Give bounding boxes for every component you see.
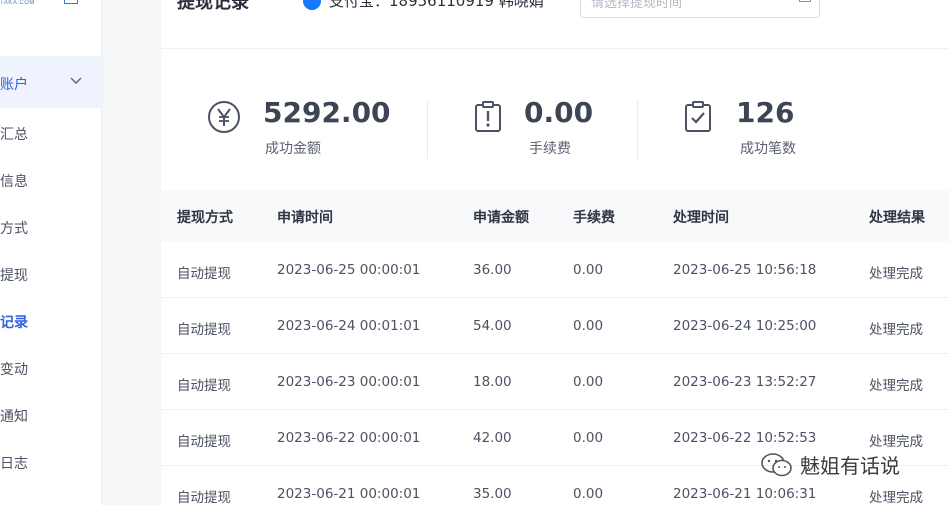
cell-apply-time: 2023-06-21 00:00:01 [277,486,421,502]
cell-amount: 54.00 [473,318,512,334]
wechat-icon [761,452,792,476]
content-panel: 提现记录 支付宝：18956110919 韩晓娟 请选择提现时间 5292.00… [161,0,949,505]
cell-fee: 0.00 [573,318,604,334]
stat-divider [637,101,638,159]
column-header[interactable]: 处理时间 [673,207,729,227]
sidebar-item-info[interactable]: 信息 [0,171,28,191]
sidebar-group-account[interactable]: 账户 [0,56,102,108]
date-filter-placeholder: 请选择提现时间 [591,0,683,11]
date-filter-input[interactable]: 请选择提现时间 [580,0,820,18]
cell-result: 处理完成 [869,378,923,394]
stat-label: 手续费 [529,141,571,157]
cell-process-time: 2023-06-22 10:52:53 [673,430,817,446]
sidebar-item-log[interactable]: 日志 [0,453,28,473]
table-header: 提现方式 申请时间 申请金额 手续费 处理时间 处理结果 [161,190,949,242]
cell-result: 处理完成 [869,490,923,505]
menu-toggle-icon[interactable] [64,0,78,4]
stat-label: 成功金额 [265,141,321,157]
cell-fee: 0.00 [573,262,604,278]
sidebar: TAKA.COM 账户 汇总 信息 方式 提现 记录 变动 通知 日志 [0,0,102,505]
cell-process-time: 2023-06-23 13:52:27 [673,374,817,390]
column-header[interactable]: 手续费 [573,207,615,227]
stat-value: 126 [736,96,795,129]
sidebar-item-records[interactable]: 记录 [0,312,28,332]
calendar-icon [799,0,811,2]
stat-divider [427,101,428,159]
stat-value: 5292.00 [263,96,391,129]
cell-result: 处理完成 [869,266,923,282]
sidebar-item-withdraw[interactable]: 提现 [0,265,28,285]
cell-fee: 0.00 [573,486,604,502]
cell-process-time: 2023-06-25 10:56:18 [673,262,817,278]
stat-fee: 0.00 手续费 [471,96,671,166]
stat-label: 成功笔数 [740,141,796,157]
cell-fee: 0.00 [573,430,604,446]
app-window: TAKA.COM 账户 汇总 信息 方式 提现 记录 变动 通知 日志 提现记录… [0,0,949,505]
sidebar-item-method[interactable]: 方式 [0,218,28,238]
page-title: 提现记录 [177,0,249,13]
cell-apply-time: 2023-06-23 00:00:01 [277,374,421,390]
cell-amount: 18.00 [473,374,512,390]
column-header[interactable]: 申请时间 [277,207,333,227]
chevron-down-icon [70,77,82,84]
column-header[interactable]: 处理结果 [869,207,925,227]
cell-amount: 36.00 [473,262,512,278]
account-label: 支付宝：18956110919 韩晓娟 [329,0,544,10]
watermark-text: 魅姐有话说 [800,454,900,478]
cell-process-time: 2023-06-24 10:25:00 [673,318,817,334]
table-row[interactable]: 自动提现 2023-06-24 00:01:01 54.00 0.00 2023… [161,298,949,354]
stat-value: 0.00 [524,96,594,129]
stat-success-amount: 5292.00 成功金额 [207,96,407,166]
cell-process-time: 2023-06-21 10:06:31 [673,486,817,502]
main-area: 提现记录 支付宝：18956110919 韩晓娟 请选择提现时间 5292.00… [103,0,949,505]
column-header[interactable]: 申请金额 [473,207,529,227]
cell-method: 自动提现 [177,266,231,282]
sidebar-group-label: 账户 [0,77,28,93]
cell-fee: 0.00 [573,374,604,390]
sidebar-item-summary[interactable]: 汇总 [0,124,28,144]
cell-apply-time: 2023-06-25 00:00:01 [277,262,421,278]
table-row[interactable]: 自动提现 2023-06-25 00:00:01 36.00 0.00 2023… [161,242,949,298]
alipay-icon [303,0,321,10]
cell-result: 处理完成 [869,434,923,450]
divider [161,48,949,49]
column-header[interactable]: 提现方式 [177,207,233,227]
stat-success-count: 126 成功笔数 [681,96,881,166]
cell-method: 自动提现 [177,322,231,338]
cell-amount: 35.00 [473,486,512,502]
cell-apply-time: 2023-06-22 00:00:01 [277,430,421,446]
cell-method: 自动提现 [177,490,231,505]
table-row[interactable]: 自动提现 2023-06-23 00:00:01 18.00 0.00 2023… [161,354,949,410]
alert-clipboard-icon [475,101,501,132]
cell-result: 处理完成 [869,322,923,338]
watermark: 魅姐有话说 [760,450,900,479]
yen-icon [208,101,240,133]
cell-method: 自动提现 [177,434,231,450]
logo: TAKA.COM [0,0,35,6]
sidebar-item-notify[interactable]: 通知 [0,406,28,426]
cell-apply-time: 2023-06-24 00:01:01 [277,318,421,334]
check-clipboard-icon [685,101,711,132]
cell-amount: 42.00 [473,430,512,446]
cell-method: 自动提现 [177,378,231,394]
sidebar-item-changes[interactable]: 变动 [0,359,28,379]
